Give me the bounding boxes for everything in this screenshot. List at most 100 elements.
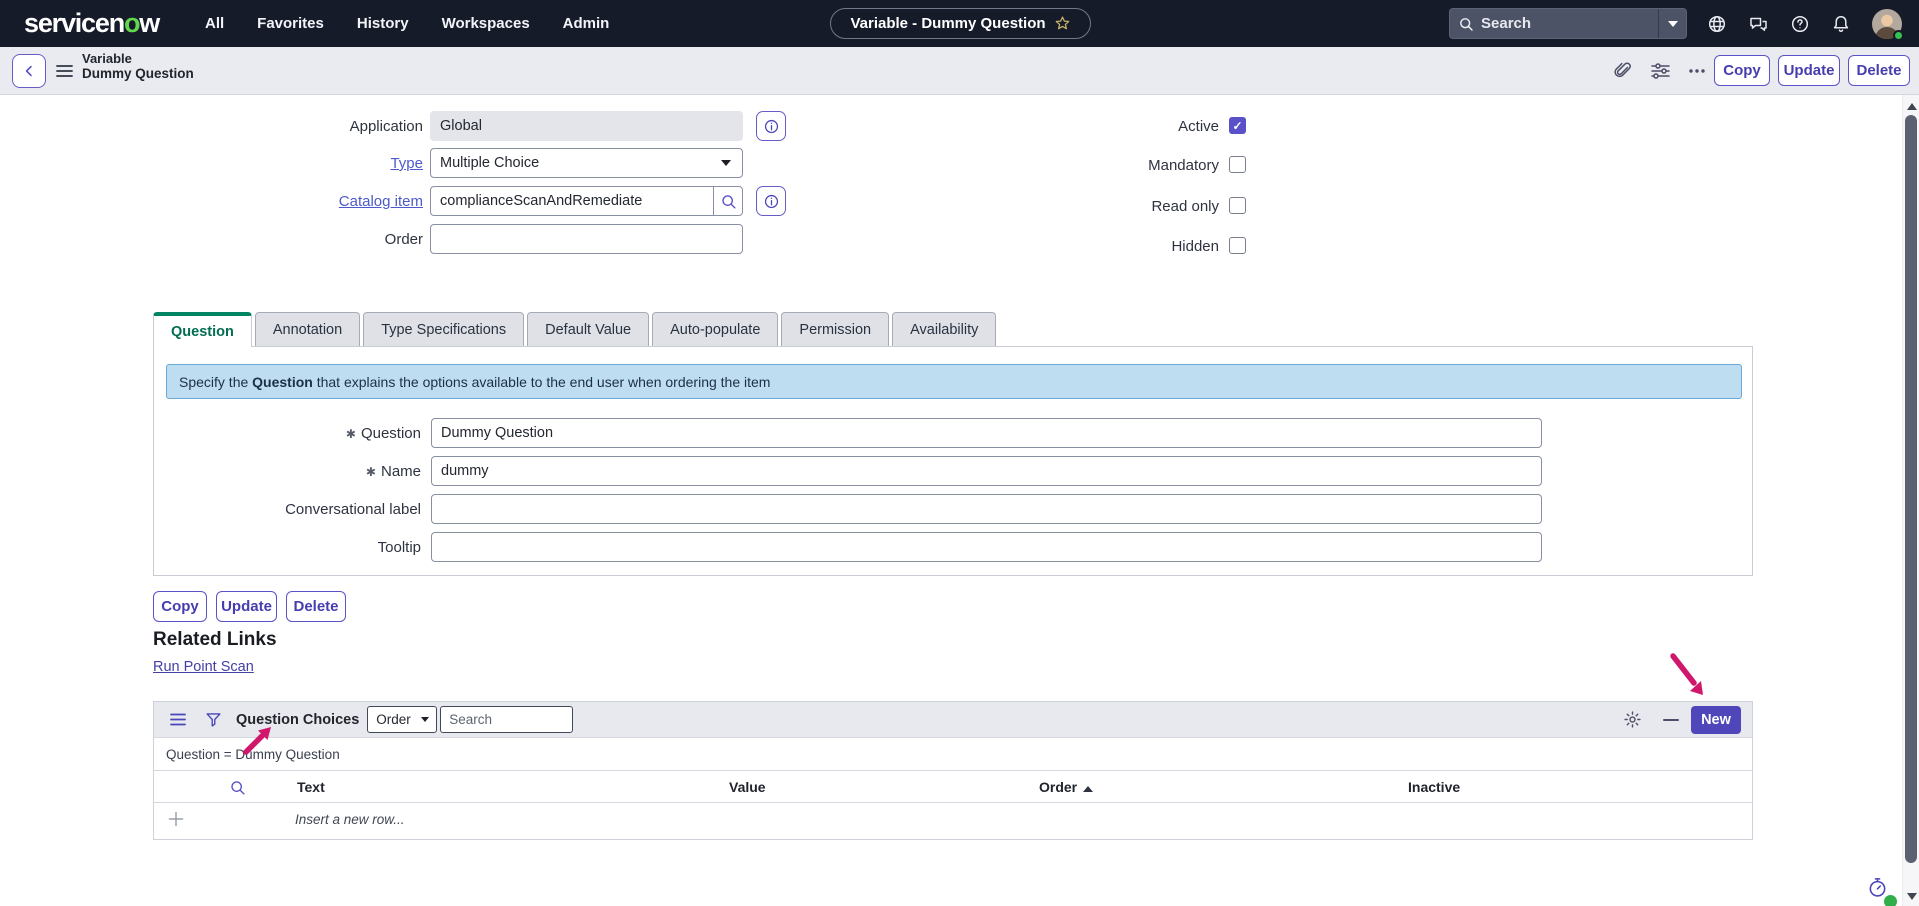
update-button-header[interactable]: Update: [1778, 55, 1840, 86]
update-button-footer[interactable]: Update: [216, 591, 277, 622]
catalog-item-input[interactable]: [430, 186, 713, 216]
record-name-label: Dummy Question: [82, 66, 194, 81]
attachment-paperclip-icon[interactable]: [1613, 47, 1633, 95]
chevron-down-icon: [721, 160, 731, 166]
scrollbar-thumb[interactable]: [1905, 115, 1917, 863]
column-header-value[interactable]: Value: [729, 779, 766, 795]
application-field[interactable]: [430, 111, 743, 141]
list-context-menu-icon[interactable]: [170, 713, 186, 726]
question-choices-list: Question Choices Order New Question = Du…: [153, 701, 1753, 840]
vertical-scrollbar[interactable]: [1902, 95, 1919, 906]
context-pill[interactable]: Variable - Dummy Question: [830, 8, 1091, 39]
menu-workspaces[interactable]: Workspaces: [442, 15, 530, 32]
read-only-checkbox[interactable]: [1229, 197, 1246, 214]
filter-funnel-icon[interactable]: [205, 711, 222, 728]
conversational-label-field[interactable]: [431, 494, 1542, 524]
column-header-order[interactable]: Order: [1039, 779, 1093, 795]
personalize-sliders-icon[interactable]: [1650, 47, 1671, 95]
column-header-text[interactable]: Text: [297, 779, 325, 795]
logo-text: servicen: [24, 8, 124, 38]
column-search-icon[interactable]: [229, 779, 246, 801]
delete-button-header[interactable]: Delete: [1848, 55, 1910, 86]
logo-green-o: o: [124, 8, 139, 38]
globe-icon[interactable]: [1707, 14, 1727, 34]
insert-new-row-text: Insert a new row...: [295, 812, 405, 827]
catalog-item-info-button[interactable]: [756, 186, 786, 216]
name-field[interactable]: [431, 456, 1542, 486]
notifications-bell-icon[interactable]: [1831, 14, 1851, 34]
tab-question[interactable]: Question: [153, 312, 252, 347]
back-button[interactable]: [12, 54, 46, 88]
read-only-label: Read only: [1000, 198, 1219, 215]
search-scope-dropdown[interactable]: [1658, 9, 1686, 38]
annotation-arrow-new-button: [1664, 648, 1714, 702]
tooltip-label: Tooltip: [154, 539, 421, 556]
insert-new-row[interactable]: Insert a new row...: [154, 803, 1752, 837]
tab-default-value[interactable]: Default Value: [527, 312, 649, 346]
copy-button-footer[interactable]: Copy: [153, 591, 207, 622]
form-tabs: Question Annotation Type Specifications …: [153, 312, 996, 346]
tab-annotation[interactable]: Annotation: [255, 312, 360, 346]
order-label: Order: [143, 231, 423, 248]
menu-all[interactable]: All: [205, 15, 224, 32]
servicenow-app: servicenow All Favorites History Workspa…: [0, 0, 1919, 906]
record-type-label: Variable: [82, 51, 194, 66]
question-field[interactable]: [431, 418, 1542, 448]
tab-type-specifications[interactable]: Type Specifications: [363, 312, 524, 346]
info-icon: [763, 193, 780, 210]
gear-icon[interactable]: [1623, 710, 1642, 729]
info-icon: [763, 118, 780, 135]
type-select[interactable]: Multiple Choice: [430, 148, 743, 178]
hidden-label: Hidden: [1000, 238, 1219, 255]
catalog-item-lookup-button[interactable]: [713, 186, 743, 216]
scroll-down-arrow[interactable]: [1907, 893, 1917, 900]
tab-auto-populate[interactable]: Auto-populate: [652, 312, 778, 346]
help-icon[interactable]: [1790, 14, 1810, 34]
add-row-plus-icon[interactable]: [168, 811, 184, 832]
related-links-heading: Related Links: [153, 629, 277, 651]
favorite-star-icon[interactable]: [1054, 15, 1071, 32]
main-menu: All Favorites History Workspaces Admin: [205, 0, 609, 47]
nav-icon-group: [1707, 0, 1902, 47]
required-marker: ✱: [366, 465, 376, 479]
tooltip-field[interactable]: [431, 532, 1542, 562]
menu-admin[interactable]: Admin: [563, 15, 610, 32]
copy-button-header[interactable]: Copy: [1714, 55, 1770, 86]
new-button[interactable]: New: [1691, 706, 1741, 734]
active-checkbox[interactable]: ✓: [1229, 117, 1246, 134]
search-input[interactable]: [1481, 15, 1658, 32]
menu-favorites[interactable]: Favorites: [257, 15, 324, 32]
agent-status-dot[interactable]: [1884, 895, 1897, 906]
name-label: ✱Name: [154, 463, 421, 480]
column-header-inactive[interactable]: Inactive: [1408, 779, 1460, 795]
global-search[interactable]: [1449, 8, 1687, 39]
catalog-item-label-link[interactable]: Catalog item: [143, 193, 423, 210]
list-header: Question Choices Order New: [154, 702, 1752, 738]
delete-button-footer[interactable]: Delete: [286, 591, 346, 622]
search-field-select-value: Order: [376, 712, 411, 727]
tab-permission[interactable]: Permission: [781, 312, 889, 346]
mandatory-checkbox[interactable]: [1229, 156, 1246, 173]
chat-icon[interactable]: [1748, 14, 1769, 34]
more-actions-icon[interactable]: [1687, 47, 1707, 95]
application-label: Application: [143, 118, 423, 135]
active-label: Active: [1000, 118, 1219, 135]
hidden-checkbox[interactable]: [1229, 237, 1246, 254]
chevron-left-icon: [21, 63, 37, 79]
order-field[interactable]: [430, 224, 743, 254]
presence-status-dot: [1893, 30, 1904, 41]
scroll-up-arrow[interactable]: [1907, 103, 1917, 110]
tab-availability[interactable]: Availability: [892, 312, 996, 346]
menu-history[interactable]: History: [357, 15, 409, 32]
user-avatar[interactable]: [1872, 9, 1902, 39]
logo-text-end: w: [139, 8, 159, 38]
servicenow-logo[interactable]: servicenow: [24, 8, 159, 39]
list-search-input[interactable]: [440, 706, 573, 733]
type-label-link[interactable]: Type: [143, 155, 423, 172]
collapse-list-icon[interactable]: [1663, 718, 1679, 722]
application-info-button[interactable]: [756, 111, 786, 141]
form-context-menu-icon[interactable]: [56, 64, 73, 83]
search-field-select[interactable]: Order: [367, 706, 437, 733]
list-filter-breadcrumb[interactable]: Question = Dummy Question: [154, 738, 1752, 770]
run-point-scan-link[interactable]: Run Point Scan: [153, 659, 254, 675]
